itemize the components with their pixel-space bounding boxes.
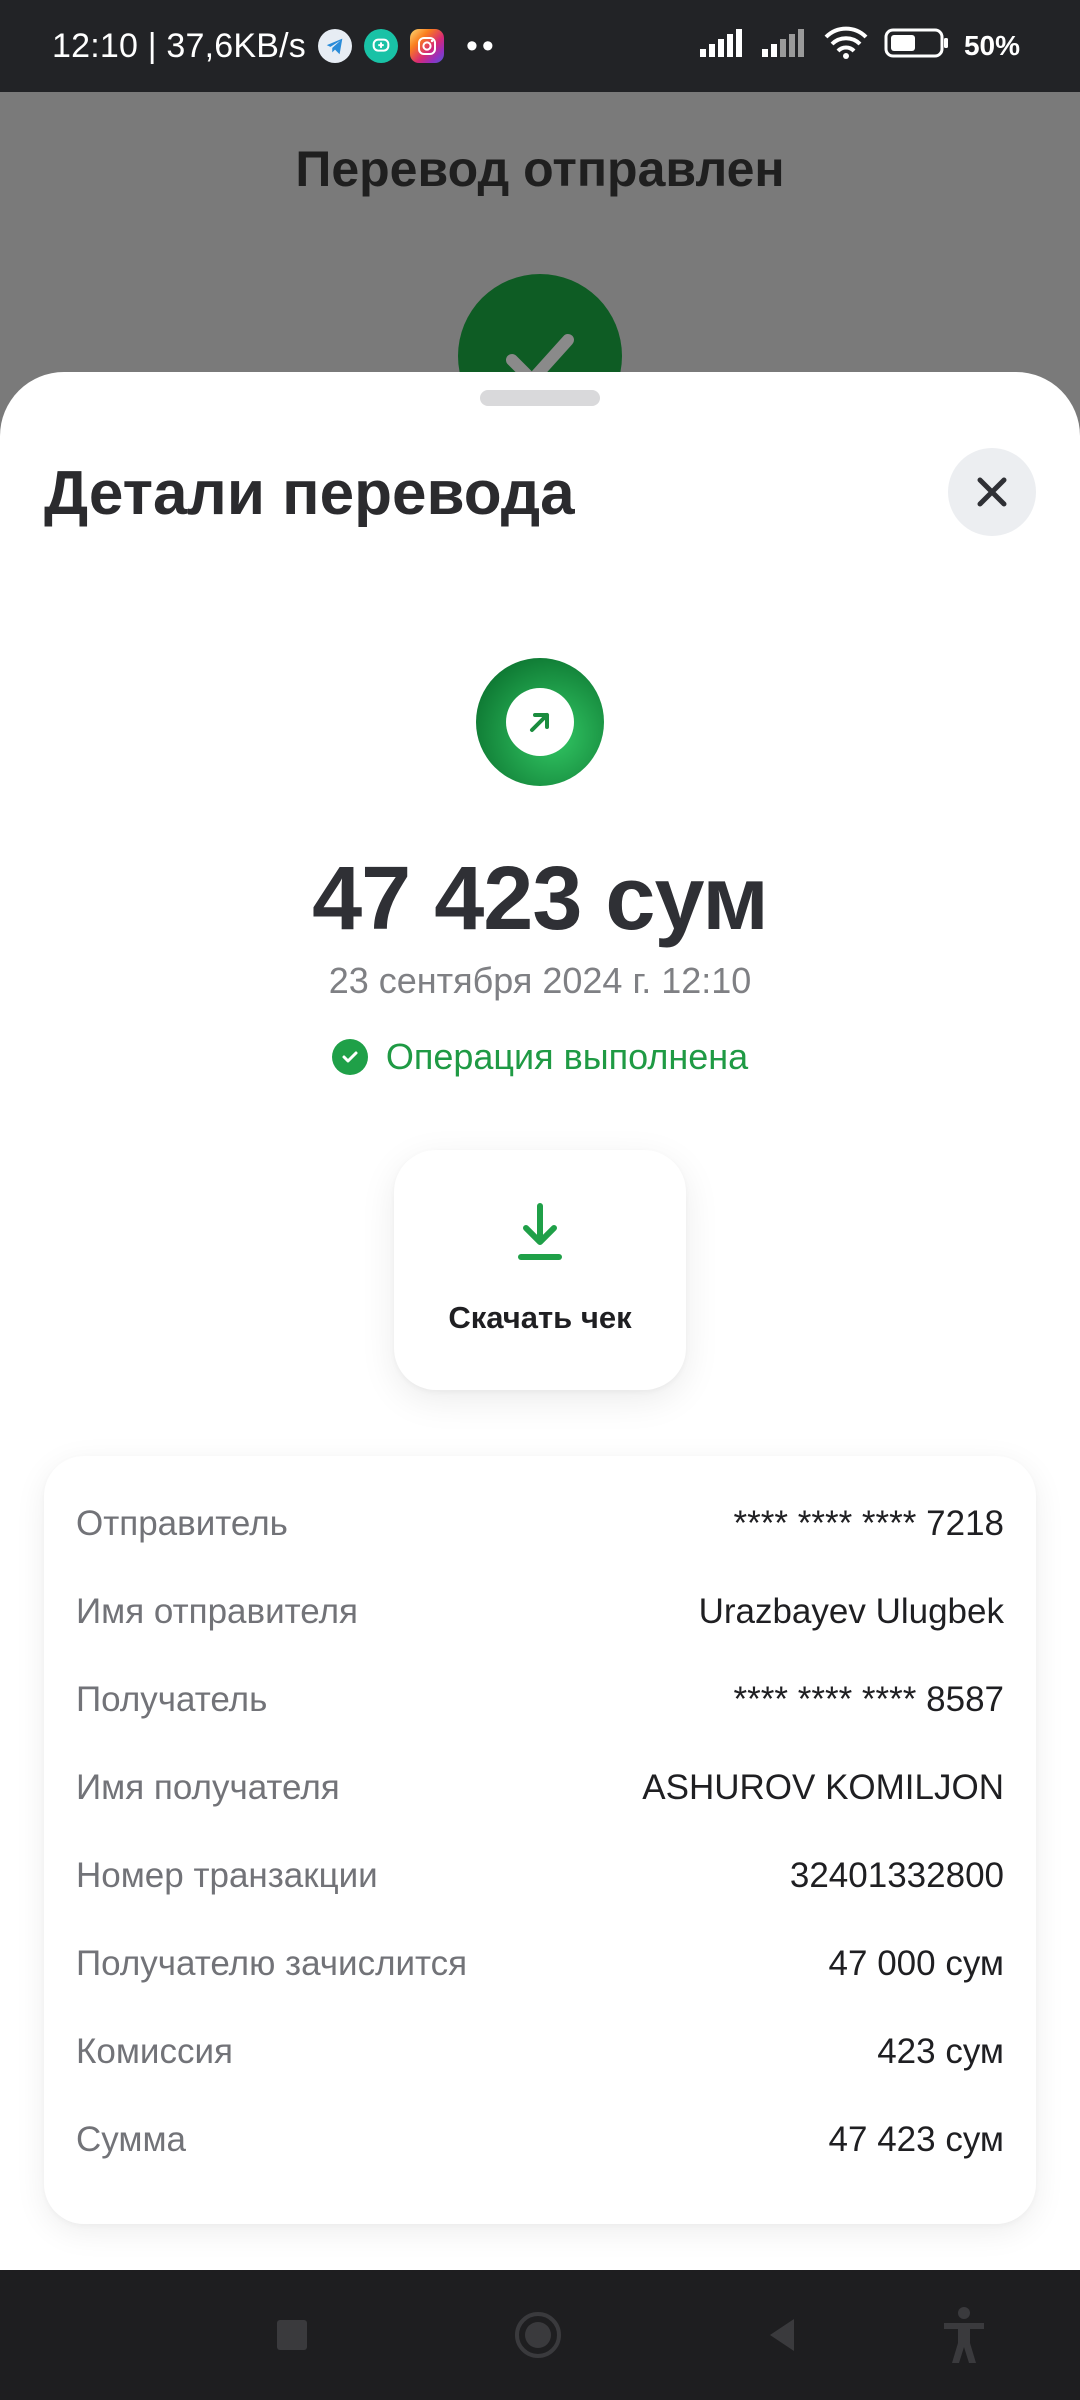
detail-value: 47 423 сум [828, 2120, 1004, 2159]
sheet-drag-handle[interactable] [480, 390, 600, 406]
close-icon [977, 477, 1007, 507]
status-bar: 12:10 | 37,6KB/s •• 50% [0, 0, 1080, 92]
background-page-title: Перевод отправлен [295, 141, 785, 197]
detail-value: 32401332800 [789, 1856, 1004, 1895]
arrow-up-right-icon [506, 688, 574, 756]
recents-button[interactable] [262, 2270, 322, 2400]
more-notifications-icon: •• [465, 26, 498, 65]
detail-value: **** **** **** 7218 [733, 1504, 1004, 1543]
detail-value: Urazbayev Ulugbek [698, 1592, 1004, 1631]
detail-label: Номер транзакции [76, 1856, 378, 1895]
transfer-amount: 47 423 сум [312, 849, 769, 949]
operation-status-text: Операция выполнена [385, 1036, 749, 1077]
transfer-details-card: Отправитель **** **** **** 7218 Имя отпр… [44, 1456, 1036, 2224]
accessibility-button[interactable] [934, 2270, 994, 2400]
signal-icon-2 [760, 27, 808, 66]
detail-value: 47 000 сум [828, 1944, 1004, 1983]
home-button[interactable] [508, 2270, 568, 2400]
detail-label: Имя получателя [76, 1768, 340, 1807]
back-button[interactable] [752, 2270, 812, 2400]
recents-icon [277, 2320, 307, 2350]
accessibility-icon [944, 2307, 984, 2363]
detail-value: 423 сум [877, 2032, 1004, 2071]
detail-row-recipient-card: Получатель **** **** **** 8587 [76, 1656, 1004, 1744]
check-circle-icon [331, 1039, 368, 1075]
close-button[interactable] [948, 448, 1036, 536]
detail-label: Отправитель [76, 1504, 288, 1543]
system-navigation-bar [0, 2270, 1080, 2400]
transfer-details-sheet: Детали перевода 47 423 сум 23 сентября 2… [0, 372, 1080, 2270]
status-time-net: 12:10 | 37,6KB/s [52, 26, 306, 65]
download-receipt-button[interactable]: Скачать чек [394, 1150, 686, 1390]
detail-row-recipient-name: Имя получателя ASHUROV KOMILJON [76, 1744, 1004, 1832]
detail-row-credited-amount: Получателю зачислится 47 000 сум [76, 1920, 1004, 2008]
instagram-icon [409, 29, 444, 63]
detail-label: Получателю зачислится [76, 1944, 468, 1983]
detail-row-total: Сумма 47 423 сум [76, 2096, 1004, 2184]
battery-percent: 50% [963, 30, 1020, 61]
detail-label: Имя отправителя [76, 1592, 358, 1631]
detail-value: **** **** **** 8587 [733, 1680, 1004, 1719]
detail-label: Сумма [76, 2120, 186, 2159]
message-app-icon [363, 29, 398, 63]
download-icon [518, 1203, 562, 1260]
detail-label: Комиссия [76, 2032, 233, 2071]
transfer-datetime: 23 сентября 2024 г. 12:10 [328, 960, 752, 1001]
status-left: 12:10 | 37,6KB/s •• [52, 0, 498, 92]
status-right: 50% [698, 0, 1020, 92]
detail-value: ASHUROV KOMILJON [642, 1768, 1004, 1807]
download-receipt-label: Скачать чек [448, 1300, 632, 1335]
detail-row-commission: Комиссия 423 сум [76, 2008, 1004, 2096]
outgoing-transfer-icon [476, 658, 604, 786]
detail-row-transaction-number: Номер транзакции 32401332800 [76, 1832, 1004, 1920]
sheet-title: Детали перевода [44, 459, 575, 528]
wifi-icon [822, 25, 870, 68]
detail-label: Получатель [76, 1680, 268, 1719]
detail-row-sender-card: Отправитель **** **** **** 7218 [76, 1480, 1004, 1568]
back-icon [770, 2319, 794, 2351]
battery-icon [884, 27, 950, 66]
telegram-icon [317, 29, 352, 63]
home-icon [515, 2312, 561, 2358]
detail-row-sender-name: Имя отправителя Urazbayev Ulugbek [76, 1568, 1004, 1656]
details-list: Отправитель **** **** **** 7218 Имя отпр… [76, 1480, 1004, 2184]
signal-icon [698, 27, 746, 66]
operation-status: Операция выполнена [0, 1036, 1080, 1078]
